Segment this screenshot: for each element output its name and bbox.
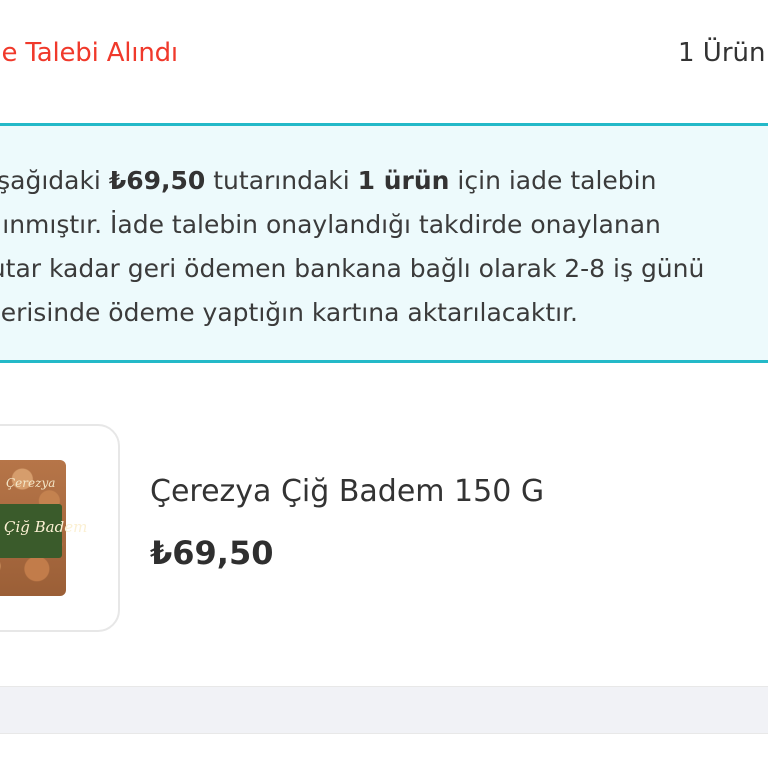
- refund-amount: ₺69,50: [108, 166, 206, 195]
- product-image-name: Çiğ Badem: [4, 518, 88, 536]
- product-price: ₺69,50: [150, 534, 274, 572]
- section-divider: [0, 686, 768, 734]
- refund-info-text-middle: tutarındaki: [205, 166, 358, 195]
- refund-item-count: 1 ürün: [357, 166, 450, 195]
- refund-info-box: Aşağıdaki ₺69,50 tutarındaki 1 ürün için…: [0, 123, 768, 363]
- product-image-card[interactable]: Çerezya Çiğ Badem: [0, 424, 120, 632]
- product-image-brand: Çerezya: [6, 476, 56, 490]
- product-row[interactable]: Çerezya Çiğ Badem Çerezya Çiğ Badem 150 …: [0, 364, 768, 686]
- refund-info-text-prefix: Aşağıdaki: [0, 166, 101, 195]
- refund-info-line-1: Aşağıdaki ₺69,50 tutarındaki 1 ürün için…: [0, 159, 704, 203]
- refund-info-text-suffix: için iade talebin: [449, 166, 657, 195]
- refund-info-text: Aşağıdaki ₺69,50 tutarındaki 1 ürün için…: [0, 159, 704, 335]
- item-count: 1 Ürün: [678, 38, 766, 68]
- product-name[interactable]: Çerezya Çiğ Badem 150 G: [150, 474, 544, 509]
- refund-info-line-3: tutar kadar geri ödemen bankana bağlı ol…: [0, 254, 705, 283]
- return-header: İade Talebi Alındı 1 Ürün: [0, 0, 768, 118]
- product-image: Çerezya Çiğ Badem: [0, 460, 87, 596]
- refund-info-line-4: içerisinde ödeme yaptığın kartına aktarı…: [0, 298, 578, 327]
- refund-info-line-2: alınmıştır. İade talebin onaylandığı tak…: [0, 210, 661, 239]
- return-status-title: İade Talebi Alındı: [0, 38, 178, 68]
- return-request-page: İade Talebi Alındı 1 Ürün Aşağıdaki ₺69,…: [0, 0, 768, 768]
